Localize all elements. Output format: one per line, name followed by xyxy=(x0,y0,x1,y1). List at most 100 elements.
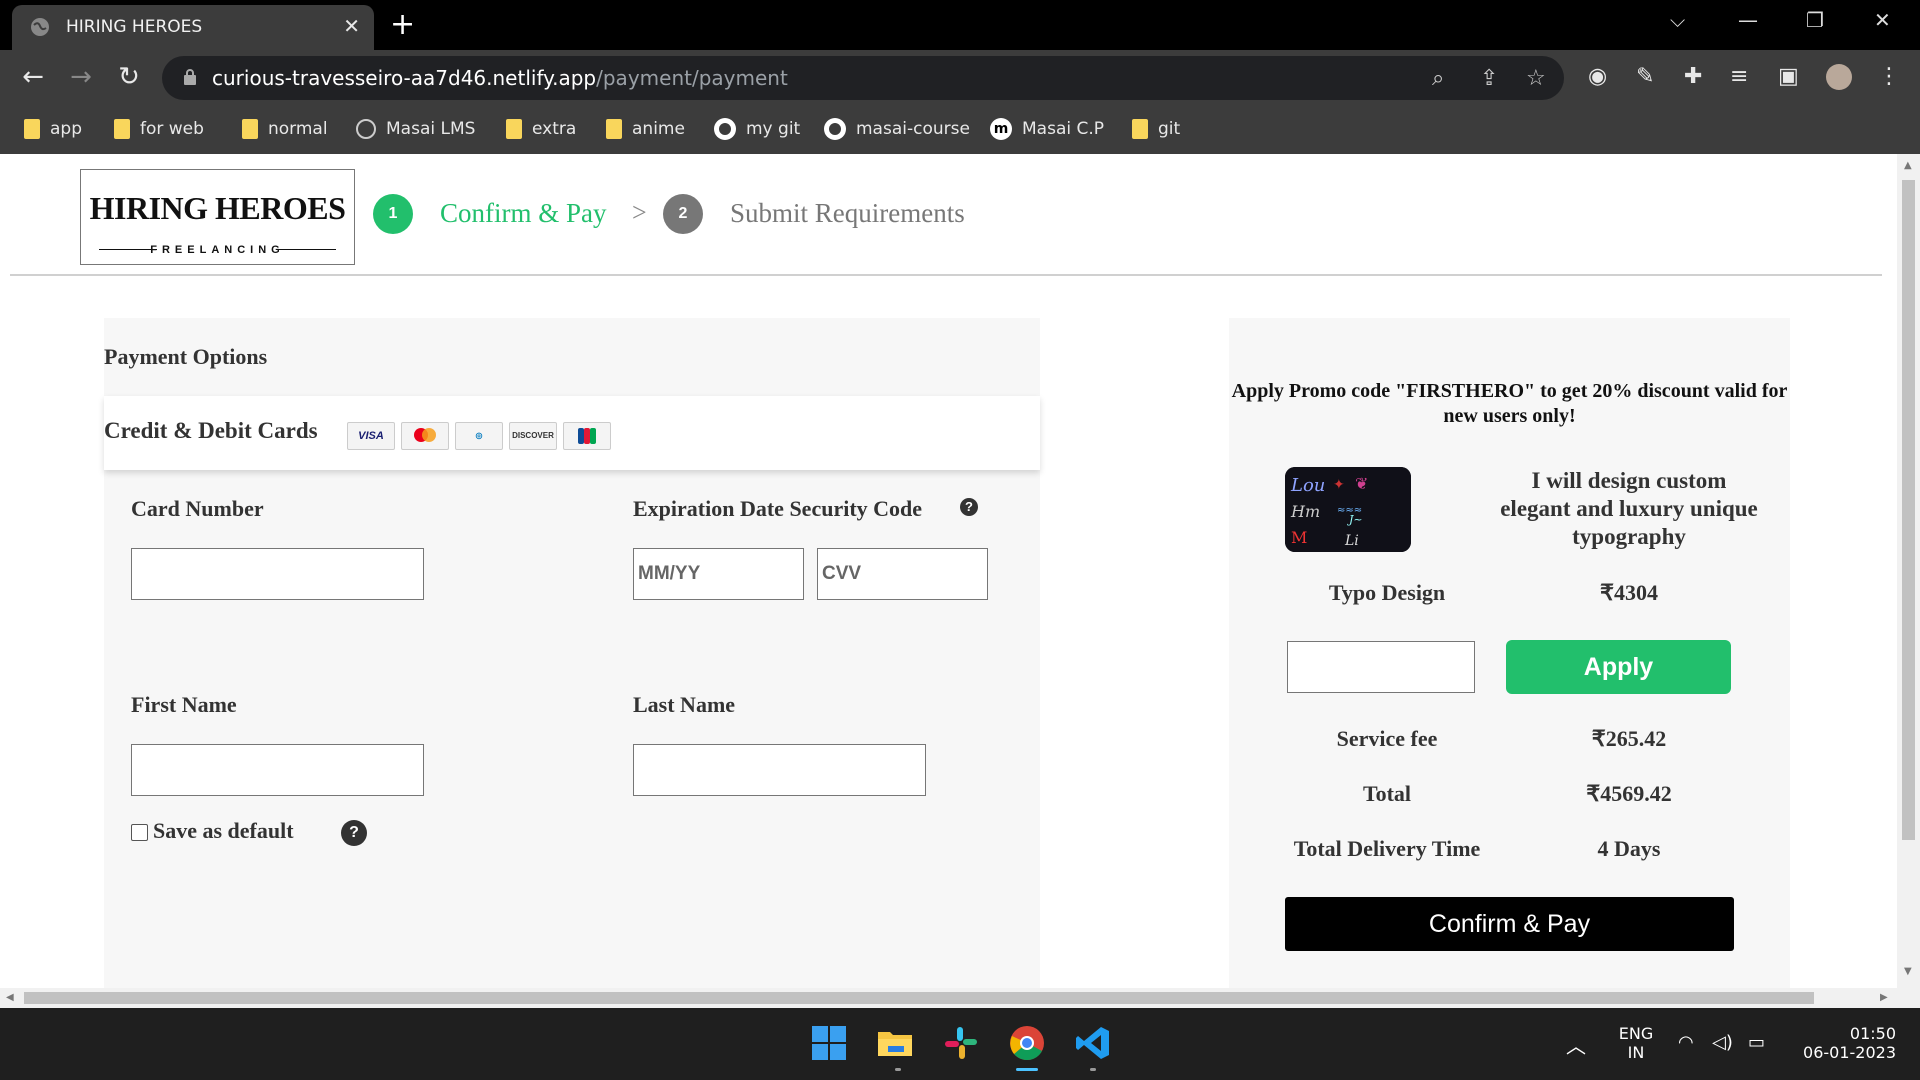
jcb-icon xyxy=(563,422,611,450)
forward-icon[interactable]: → xyxy=(66,62,96,92)
mastercard-icon xyxy=(401,422,449,450)
confirm-pay-button[interactable]: Confirm & Pay xyxy=(1285,897,1734,951)
extension-icon[interactable]: ◉ xyxy=(1588,64,1607,89)
bookmark-extra[interactable]: extra xyxy=(506,116,576,142)
browser-toolbar: ← → ↻ curious-travesseiro-aa7d46.netlify… xyxy=(0,50,1920,106)
logo-subtitle: FREELANCING xyxy=(150,244,285,256)
zoom-icon[interactable]: ⌕ xyxy=(1432,66,1444,91)
folder-icon xyxy=(506,119,522,139)
volume-icon[interactable]: ◁) xyxy=(1712,1032,1733,1053)
svg-text:M: M xyxy=(1291,528,1307,547)
save-default-label: Save as default xyxy=(153,818,294,843)
service-fee-value: ₹265.42 xyxy=(1591,726,1667,751)
step-2-label: Submit Requirements xyxy=(730,198,965,228)
new-tab-button[interactable]: + xyxy=(390,7,415,42)
restore-icon[interactable]: ❐ xyxy=(1806,8,1824,32)
scroll-right-icon[interactable]: ▶ xyxy=(1880,992,1888,1003)
svg-text:Hm: Hm xyxy=(1290,502,1320,521)
folder-icon xyxy=(1132,119,1148,139)
scroll-up-icon[interactable]: ▲ xyxy=(1904,160,1912,171)
diners-club-icon: ◎ xyxy=(455,422,503,450)
bookmark-label: git xyxy=(1158,119,1181,139)
browser-tab[interactable]: HIRING HEROES ✕ xyxy=(12,5,374,50)
url-text: curious-travesseiro-aa7d46.netlify.app/p… xyxy=(212,66,788,90)
reload-icon[interactable]: ↻ xyxy=(114,62,144,92)
language-code: ENG xyxy=(1618,1024,1654,1043)
bookmark-git[interactable]: git xyxy=(1132,116,1180,142)
first-name-input[interactable] xyxy=(131,744,424,796)
expiry-input[interactable] xyxy=(633,548,804,600)
help-icon[interactable]: ? xyxy=(341,820,367,846)
pen-extension-icon[interactable]: ✎ xyxy=(1636,64,1654,89)
window-close-icon[interactable]: ✕ xyxy=(1874,8,1891,32)
file-explorer-icon[interactable] xyxy=(876,1024,914,1062)
payment-options-title: Payment Options xyxy=(104,344,268,369)
windows-start-icon[interactable] xyxy=(810,1024,848,1062)
bookmarks-bar: app for web normal Masai LMS extra anime… xyxy=(0,106,1920,154)
chevron-down-icon[interactable]: ⌵ xyxy=(1670,8,1685,32)
back-icon[interactable]: ← xyxy=(18,62,48,92)
folder-icon xyxy=(114,119,130,139)
cvv-input[interactable] xyxy=(817,548,988,600)
bookmark-label: Masai C.P xyxy=(1022,119,1105,139)
gig-title: I will design custom elegant and luxury … xyxy=(1500,468,1758,549)
wifi-icon[interactable]: ◠ xyxy=(1678,1032,1694,1053)
clock-time: 01:50 xyxy=(1849,1024,1896,1043)
visa-icon: VISA xyxy=(347,422,395,450)
horizontal-scrollbar[interactable]: ◀ ▶ xyxy=(0,988,1920,1008)
url-host: curious-travesseiro-aa7d46.netlify.app xyxy=(212,66,597,90)
svg-text:✦: ✦ xyxy=(1333,477,1345,493)
bookmark-label: app xyxy=(50,119,82,139)
chrome-icon[interactable] xyxy=(1008,1024,1046,1062)
lock-icon xyxy=(184,69,196,85)
vertical-scrollbar[interactable]: ▲ ▼ xyxy=(1897,154,1920,988)
bookmark-masai-cp[interactable]: m Masai C.P xyxy=(990,116,1104,142)
close-icon[interactable]: ✕ xyxy=(343,14,360,38)
last-name-input[interactable] xyxy=(633,744,926,796)
battery-icon[interactable]: ▭ xyxy=(1748,1032,1765,1053)
media-icon[interactable]: ≡ xyxy=(1730,64,1748,89)
star-icon[interactable]: ☆ xyxy=(1526,66,1546,91)
clock[interactable]: 01:50 06-01-2023 xyxy=(1796,1024,1896,1062)
total-value: ₹4569.42 xyxy=(1586,781,1672,806)
step-1-badge: 1 xyxy=(373,194,413,234)
slack-icon[interactable] xyxy=(942,1024,980,1062)
address-bar[interactable]: curious-travesseiro-aa7d46.netlify.app/p… xyxy=(162,56,1564,100)
logo-title: HIRING HEROES xyxy=(89,190,346,226)
chevron-up-icon[interactable]: ︿ xyxy=(1566,1030,1586,1059)
card-number-label: Card Number xyxy=(131,496,264,521)
share-icon[interactable]: ⇪ xyxy=(1480,66,1498,91)
bookmark-anime[interactable]: anime xyxy=(606,116,685,142)
vscode-icon[interactable] xyxy=(1074,1024,1112,1062)
minimize-icon[interactable]: — xyxy=(1738,8,1758,32)
bookmark-masai-lms[interactable]: Masai LMS xyxy=(356,116,475,142)
bookmark-for-web[interactable]: for web xyxy=(114,116,204,142)
scrollbar-thumb[interactable] xyxy=(1902,180,1915,840)
running-indicator xyxy=(895,1068,901,1071)
avatar[interactable] xyxy=(1826,64,1852,90)
scroll-down-icon[interactable]: ▼ xyxy=(1904,966,1912,977)
menu-icon[interactable]: ⋮ xyxy=(1878,64,1900,89)
help-icon[interactable]: ? xyxy=(960,498,978,516)
site-logo[interactable]: HIRING HEROES FREELANCING xyxy=(80,169,355,265)
apply-button[interactable]: Apply xyxy=(1506,640,1731,694)
scrollbar-thumb[interactable] xyxy=(24,992,1814,1004)
input-language[interactable]: ENG IN xyxy=(1614,1024,1658,1062)
bookmark-app[interactable]: app xyxy=(24,116,82,142)
service-fee-label: Service fee xyxy=(1336,726,1438,751)
svg-text:J~: J~ xyxy=(1347,513,1363,526)
side-panel-icon[interactable]: ▣ xyxy=(1778,64,1799,89)
puzzle-icon[interactable]: ✚ xyxy=(1684,64,1702,89)
save-default-checkbox[interactable] xyxy=(131,824,148,841)
bookmark-normal[interactable]: normal xyxy=(242,116,328,142)
bookmark-label: my git xyxy=(746,119,801,139)
scroll-left-icon[interactable]: ◀ xyxy=(6,992,14,1003)
step-2-badge: 2 xyxy=(663,194,703,234)
promo-code-input[interactable] xyxy=(1287,641,1475,693)
card-number-input[interactable] xyxy=(131,548,424,600)
card-type-selector[interactable]: Credit & Debit Cards VISA ◎ DISCOVER xyxy=(104,396,1040,470)
bookmark-masai-course[interactable]: masai-course xyxy=(824,116,970,142)
browser-tabstrip: HIRING HEROES ✕ + ⌵ — ❐ ✕ xyxy=(0,0,1920,50)
bookmark-my-git[interactable]: my git xyxy=(714,116,800,142)
header-divider xyxy=(10,274,1882,276)
